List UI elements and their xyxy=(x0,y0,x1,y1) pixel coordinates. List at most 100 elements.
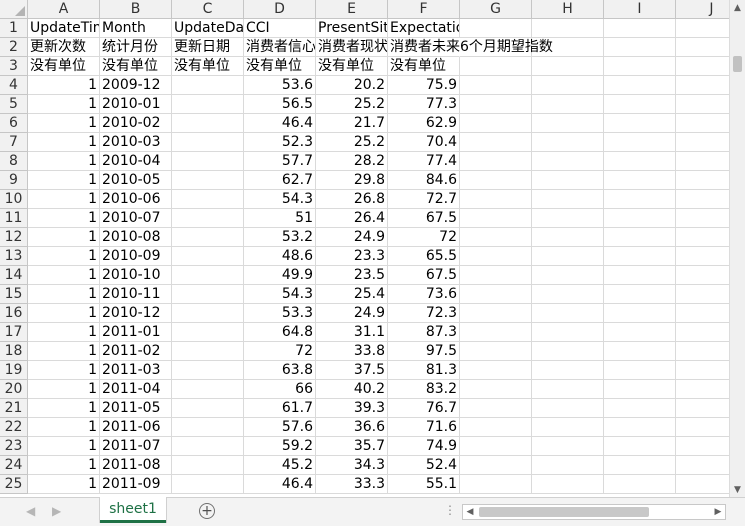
table-cell[interactable]: 83.2 xyxy=(388,380,460,399)
table-cell[interactable]: 消费者信心指数 xyxy=(244,38,316,57)
table-cell[interactable] xyxy=(604,171,676,190)
table-cell[interactable]: 55.1 xyxy=(388,475,460,494)
table-cell[interactable] xyxy=(676,342,729,361)
table-cell[interactable] xyxy=(532,152,604,171)
table-cell[interactable] xyxy=(460,171,532,190)
table-cell[interactable]: 2010-10 xyxy=(100,266,172,285)
table-cell[interactable] xyxy=(676,266,729,285)
table-cell[interactable]: 20.2 xyxy=(316,76,388,95)
table-cell[interactable] xyxy=(676,323,729,342)
table-cell[interactable]: CCI xyxy=(244,19,316,38)
table-cell[interactable]: 2011-08 xyxy=(100,456,172,475)
table-cell[interactable]: 75.9 xyxy=(388,76,460,95)
table-cell[interactable]: 53.6 xyxy=(244,76,316,95)
row-header[interactable]: 2 xyxy=(0,38,28,57)
table-cell[interactable]: 54.3 xyxy=(244,285,316,304)
table-cell[interactable] xyxy=(172,304,244,323)
table-cell[interactable] xyxy=(532,133,604,152)
row-header[interactable]: 25 xyxy=(0,475,28,494)
table-cell[interactable] xyxy=(532,209,604,228)
table-cell[interactable]: 62.9 xyxy=(388,114,460,133)
table-cell[interactable] xyxy=(532,114,604,133)
table-cell[interactable]: 2011-02 xyxy=(100,342,172,361)
table-cell[interactable]: 1 xyxy=(28,133,100,152)
table-cell[interactable]: 2010-03 xyxy=(100,133,172,152)
row-header[interactable]: 10 xyxy=(0,190,28,209)
table-cell[interactable]: 没有单位 xyxy=(28,57,100,76)
table-cell[interactable] xyxy=(604,361,676,380)
table-cell[interactable]: 72.3 xyxy=(388,304,460,323)
table-cell[interactable]: 更新日期 xyxy=(172,38,244,57)
table-cell[interactable] xyxy=(604,38,676,57)
table-cell[interactable]: 33.3 xyxy=(316,475,388,494)
row-header[interactable]: 24 xyxy=(0,456,28,475)
table-cell[interactable]: 77.4 xyxy=(388,152,460,171)
table-cell[interactable] xyxy=(604,266,676,285)
scroll-left-icon[interactable]: ◀ xyxy=(463,505,477,519)
table-cell[interactable]: 52.4 xyxy=(388,456,460,475)
table-cell[interactable]: 61.7 xyxy=(244,399,316,418)
table-cell[interactable]: 统计月份 xyxy=(100,38,172,57)
horizontal-scrollbar[interactable]: ◀ ▶ xyxy=(462,504,726,520)
table-cell[interactable]: 74.9 xyxy=(388,437,460,456)
table-cell[interactable] xyxy=(604,228,676,247)
table-cell[interactable] xyxy=(604,323,676,342)
table-cell[interactable] xyxy=(604,114,676,133)
table-cell[interactable]: 31.1 xyxy=(316,323,388,342)
row-header[interactable]: 4 xyxy=(0,76,28,95)
table-cell[interactable] xyxy=(172,114,244,133)
table-cell[interactable]: 37.5 xyxy=(316,361,388,380)
table-cell[interactable] xyxy=(676,57,729,76)
table-cell[interactable] xyxy=(460,95,532,114)
table-cell[interactable]: 49.9 xyxy=(244,266,316,285)
row-header[interactable]: 12 xyxy=(0,228,28,247)
table-cell[interactable]: 65.5 xyxy=(388,247,460,266)
table-cell[interactable]: 72.7 xyxy=(388,190,460,209)
table-cell[interactable] xyxy=(460,418,532,437)
table-cell[interactable]: 76.7 xyxy=(388,399,460,418)
spreadsheet-grid[interactable]: ABCDEFGHIJ1UpdateTimeMonthUpdateDateCCIP… xyxy=(0,0,729,497)
table-cell[interactable] xyxy=(532,437,604,456)
table-cell[interactable] xyxy=(604,304,676,323)
table-cell[interactable] xyxy=(460,437,532,456)
table-cell[interactable] xyxy=(676,285,729,304)
table-cell[interactable] xyxy=(172,342,244,361)
table-cell[interactable] xyxy=(676,38,729,57)
table-cell[interactable] xyxy=(676,190,729,209)
table-cell[interactable]: 72 xyxy=(388,228,460,247)
table-cell[interactable]: 52.3 xyxy=(244,133,316,152)
table-cell[interactable]: 2011-03 xyxy=(100,361,172,380)
row-header[interactable]: 9 xyxy=(0,171,28,190)
table-cell[interactable] xyxy=(676,399,729,418)
row-header[interactable]: 14 xyxy=(0,266,28,285)
table-cell[interactable] xyxy=(460,399,532,418)
row-header[interactable]: 5 xyxy=(0,95,28,114)
table-cell[interactable] xyxy=(532,171,604,190)
table-cell[interactable] xyxy=(460,247,532,266)
table-cell[interactable] xyxy=(532,418,604,437)
table-cell[interactable]: 1 xyxy=(28,228,100,247)
table-cell[interactable]: PresentSituation xyxy=(316,19,388,38)
table-cell[interactable]: UpdateDate xyxy=(172,19,244,38)
table-cell[interactable]: 2010-01 xyxy=(100,95,172,114)
table-cell[interactable] xyxy=(676,171,729,190)
table-cell[interactable]: 没有单位 xyxy=(244,57,316,76)
table-cell[interactable]: 34.3 xyxy=(316,456,388,475)
table-cell[interactable]: 1 xyxy=(28,95,100,114)
table-cell[interactable]: 40.2 xyxy=(316,380,388,399)
table-cell[interactable]: 35.7 xyxy=(316,437,388,456)
table-cell[interactable]: 没有单位 xyxy=(100,57,172,76)
table-cell[interactable] xyxy=(532,247,604,266)
table-cell[interactable] xyxy=(460,152,532,171)
table-cell[interactable] xyxy=(532,19,604,38)
table-cell[interactable] xyxy=(460,209,532,228)
column-header-h[interactable]: H xyxy=(532,0,604,19)
table-cell[interactable] xyxy=(604,418,676,437)
table-cell[interactable] xyxy=(460,285,532,304)
table-cell[interactable]: 71.6 xyxy=(388,418,460,437)
table-cell[interactable] xyxy=(604,209,676,228)
table-cell[interactable]: 2010-09 xyxy=(100,247,172,266)
table-cell[interactable]: 2011-09 xyxy=(100,475,172,494)
table-cell[interactable]: 2010-04 xyxy=(100,152,172,171)
table-cell[interactable]: 39.3 xyxy=(316,399,388,418)
